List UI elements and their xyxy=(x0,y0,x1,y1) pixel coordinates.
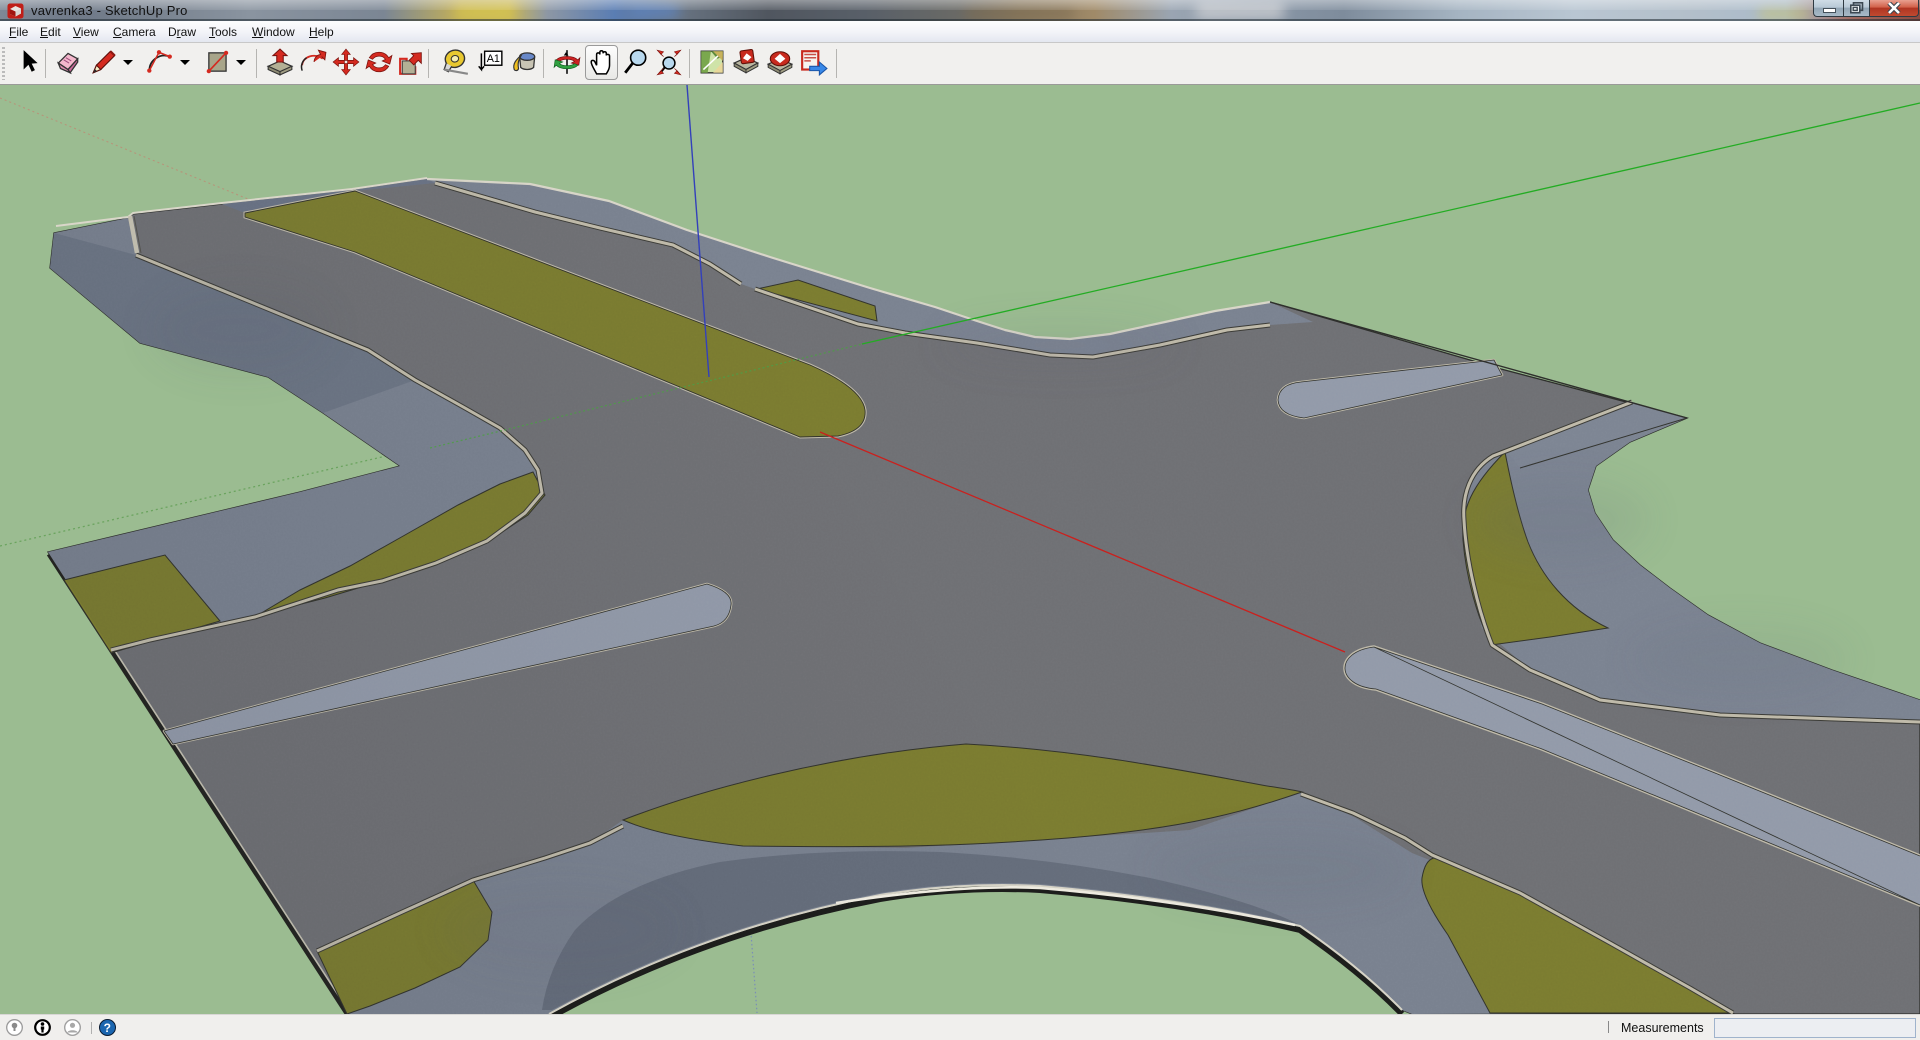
svg-text:?: ? xyxy=(104,1021,111,1035)
svg-text:A1: A1 xyxy=(487,53,500,65)
